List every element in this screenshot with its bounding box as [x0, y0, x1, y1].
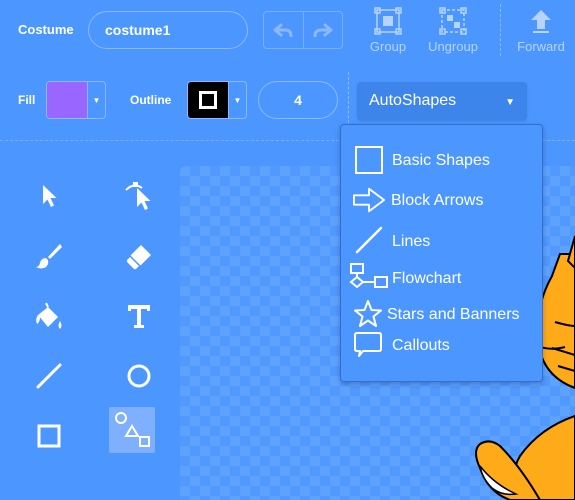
costume-name-input[interactable] — [88, 11, 248, 49]
menu-item-stars-and-banners[interactable]: Stars and Banners — [341, 299, 542, 329]
undo-redo-group — [263, 11, 343, 49]
ungroup-label: Ungroup — [428, 39, 478, 54]
outline-color-picker[interactable]: ▼ — [187, 81, 247, 119]
circle-tool[interactable] — [116, 353, 162, 399]
menu-item-block-arrows[interactable]: Block Arrows — [341, 185, 542, 215]
fill-color-picker[interactable]: ▼ — [46, 81, 106, 119]
group-button[interactable]: Group — [366, 7, 410, 54]
menu-item-label: Block Arrows — [391, 192, 484, 209]
autoshapes-tool[interactable] — [109, 407, 155, 453]
flowchart-icon — [349, 263, 388, 289]
callout-icon — [354, 332, 382, 357]
undo-button[interactable] — [264, 12, 303, 48]
forward-icon — [531, 10, 551, 33]
forward-label: Forward — [517, 39, 565, 54]
text-tool[interactable] — [116, 293, 162, 339]
eraser-icon — [125, 245, 151, 270]
menu-item-flowchart[interactable]: Flowchart — [341, 263, 542, 293]
star-icon — [354, 300, 382, 327]
ungroup-button[interactable]: Ungroup — [424, 7, 482, 54]
menu-item-label: Stars and Banners — [387, 306, 520, 323]
fill-tool[interactable] — [26, 293, 72, 339]
chevron-down-icon[interactable]: ▼ — [87, 82, 105, 118]
menu-item-callouts[interactable]: Callouts — [341, 330, 542, 360]
caret-down-icon: ▼ — [505, 97, 515, 108]
outline-label: Outline — [130, 93, 172, 107]
text-t-icon — [128, 305, 150, 328]
costume-label: Costume — [18, 22, 74, 37]
menu-item-label: Lines — [392, 233, 431, 250]
menu-item-lines[interactable]: Lines — [341, 226, 542, 256]
fill-label: Fill — [18, 93, 36, 107]
line-icon — [355, 226, 383, 254]
autoshapes-menu: Basic Shapes Block Arrows Lines Flowchar… — [340, 124, 543, 382]
square-outline-icon — [355, 146, 383, 174]
autoshapes-label: AutoShapes — [369, 92, 457, 109]
reshape-icon — [125, 182, 151, 210]
square-icon — [37, 424, 61, 448]
shapes-icon — [115, 412, 150, 447]
eraser-tool[interactable] — [116, 233, 162, 279]
line-tool[interactable] — [26, 353, 72, 399]
reshape-tool[interactable] — [116, 173, 162, 219]
brush-icon — [36, 244, 62, 269]
forward-button[interactable]: Forward — [513, 7, 569, 54]
redo-button[interactable] — [302, 12, 343, 48]
outline-width-input[interactable] — [258, 81, 338, 119]
circle-icon — [127, 364, 151, 388]
menu-item-label: Callouts — [392, 337, 450, 354]
outline-color-swatch[interactable] — [188, 82, 228, 118]
menu-item-label: Flowchart — [392, 270, 462, 287]
arrow-pointer-icon — [43, 185, 57, 207]
toolbar-divider — [348, 72, 349, 128]
undo-icon — [273, 23, 293, 37]
menu-item-basic-shapes[interactable]: Basic Shapes — [341, 145, 542, 175]
block-arrow-icon — [353, 187, 385, 213]
ungroup-icon — [439, 7, 467, 35]
group-label: Group — [369, 39, 407, 54]
select-tool[interactable] — [26, 173, 72, 219]
brush-tool[interactable] — [26, 233, 72, 279]
chevron-down-icon[interactable]: ▼ — [228, 82, 246, 118]
fill-color-swatch[interactable] — [47, 82, 87, 118]
autoshapes-dropdown[interactable]: AutoShapes ▼ — [357, 82, 527, 120]
menu-item-label: Basic Shapes — [392, 152, 490, 169]
line-icon — [36, 363, 62, 389]
paint-bucket-icon — [36, 302, 62, 329]
redo-icon — [313, 23, 333, 37]
group-icon — [374, 7, 402, 35]
rectangle-tool[interactable] — [26, 413, 72, 459]
toolbar-divider — [500, 4, 501, 56]
